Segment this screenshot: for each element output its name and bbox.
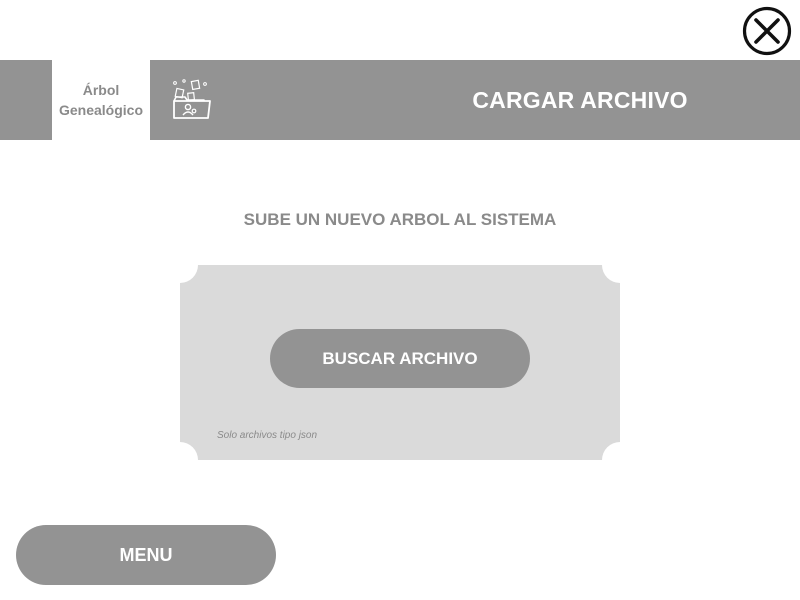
section-heading: SUBE UN NUEVO ARBOL AL SISTEMA bbox=[243, 210, 557, 229]
close-button[interactable] bbox=[742, 6, 792, 56]
file-type-hint: Solo archivos tipo json bbox=[217, 430, 318, 441]
panel-corner-notch bbox=[602, 247, 638, 283]
panel-corner-notch bbox=[162, 247, 198, 283]
upload-dropzone[interactable]: BUSCAR ARCHIVO Solo archivos tipo json bbox=[162, 247, 638, 478]
panel-corner-notch bbox=[602, 442, 638, 478]
close-icon bbox=[742, 6, 792, 56]
logo-line-1: Árbol bbox=[82, 82, 120, 98]
folder-upload-icon bbox=[168, 78, 214, 124]
header-bar: Árbol Genealógico CARGAR ARCHIVO bbox=[0, 60, 800, 140]
upload-screen: Árbol Genealógico CARGAR ARCHIVO SUBE UN… bbox=[0, 0, 800, 600]
app-logo[interactable]: Árbol Genealógico bbox=[52, 60, 150, 140]
menu-button[interactable]: MENU bbox=[16, 525, 276, 585]
logo-line-2: Genealógico bbox=[58, 102, 144, 118]
browse-file-button[interactable]: BUSCAR ARCHIVO bbox=[270, 329, 530, 388]
page-title: CARGAR ARCHIVO bbox=[472, 87, 688, 113]
panel-corner-notch bbox=[162, 442, 198, 478]
